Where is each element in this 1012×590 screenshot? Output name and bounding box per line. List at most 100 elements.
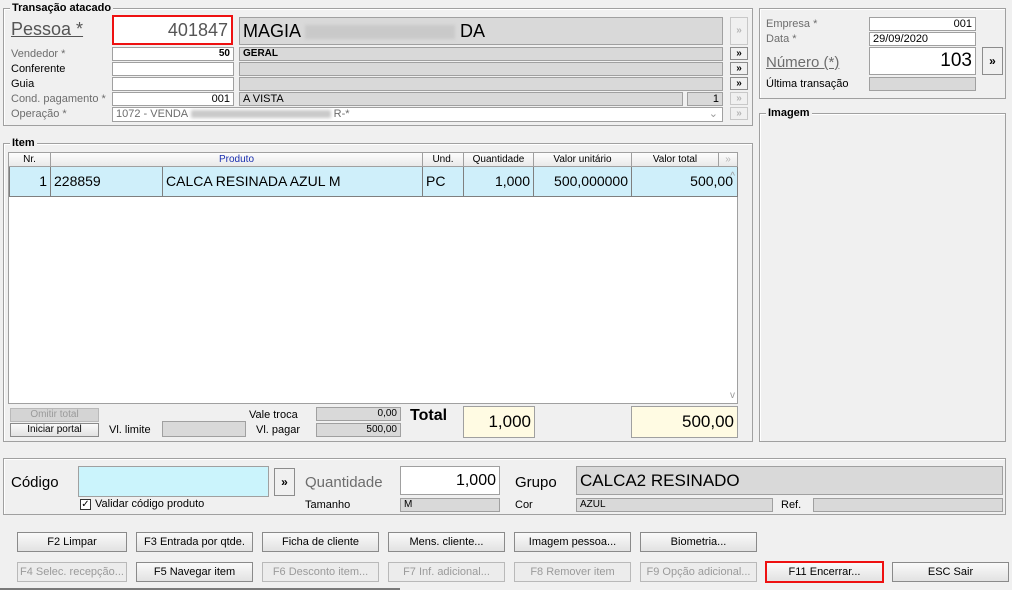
validar-label: Validar código produto [95,498,205,510]
data-field[interactable]: 29/09/2020 [869,32,976,46]
guia-search-button[interactable]: » [730,77,748,90]
vale-troca-label: Vale troca [249,409,298,421]
cell-codigo: 228859 [51,167,163,197]
operacao-select[interactable]: 1072 - VENDA R-* ⌄ [112,107,723,122]
cell-nr: 1 [9,167,51,197]
vendedor-label: Vendedor * [11,48,66,60]
cor-field: AZUL [576,498,773,512]
chevron-down-icon: ⌄ [708,108,718,120]
col-header-quantidade[interactable]: Quantidade [464,153,534,167]
pessoa-name-field: MAGIA DA [239,17,723,45]
cond-pagamento-label: Cond. pagamento * [11,93,106,105]
cond-pagamento-parcelas: 1 [687,92,723,106]
guia-name-field [239,77,723,91]
operacao-button[interactable]: » [730,107,748,120]
grupo-field: CALCA2 RESINADO [576,466,1003,495]
cell-valor-total: 500,00 [632,167,738,197]
omitir-total-button[interactable]: Omitir total [10,408,99,422]
pessoa-edit-button[interactable]: » [730,17,748,45]
imagem-title: Imagem [766,107,812,119]
vale-troca-field: 0,00 [316,407,401,421]
f5-navegar-item-button[interactable]: F5 Navegar item [136,562,253,582]
ultima-transacao-label: Última transação [766,78,849,90]
vl-pagar-field: 500,00 [316,423,401,437]
guia-code-field[interactable] [112,77,234,91]
total-valor-field: 500,00 [631,406,738,438]
operacao-redacted [190,110,331,119]
item-title: Item [10,137,37,149]
conferente-name-field [239,62,723,76]
data-label: Data * [766,33,797,45]
vendedor-search-button[interactable]: » [730,47,748,60]
scroll-up-icon[interactable]: ^ [730,171,735,182]
pessoa-name-end: DA [460,21,486,41]
numero-label: Número (*) [766,54,840,71]
ultima-transacao-field [869,77,976,91]
esc-sair-button[interactable]: ESC Sair [892,562,1009,582]
cond-pagamento-name-field: A VISTA [239,92,683,106]
empresa-label: Empresa * [766,18,818,30]
f2-limpar-button[interactable]: F2 Limpar [17,532,127,552]
col-header-valor-total[interactable]: Valor total [632,153,719,167]
pessoa-name-redacted [305,25,456,40]
f8-remover-item-button[interactable]: F8 Remover item [514,562,631,582]
operacao-prefix: 1072 - VENDA [116,108,188,120]
col-header-options[interactable]: » [719,153,738,167]
operacao-suffix: R-* [333,108,350,120]
numero-field[interactable]: 103 [869,47,976,75]
f3-entrada-button[interactable]: F3 Entrada por qtde. [136,532,253,552]
codigo-label: Código [11,474,59,491]
cell-produto: CALCA RESINADA AZUL M [163,167,423,197]
guia-label: Guia [11,78,35,90]
cond-pagamento-code-field[interactable]: 001 [112,92,234,106]
cell-und: PC [423,167,464,197]
imagem-group: Imagem [759,107,1006,442]
quantidade-label: Quantidade [305,474,383,491]
imagem-pessoa-button[interactable]: Imagem pessoa... [514,532,631,552]
col-header-und[interactable]: Und. [423,153,464,167]
vl-limite-field [162,421,246,437]
total-label: Total [410,407,448,424]
validar-checkbox[interactable]: ✓ [80,499,91,510]
f11-encerrar-button[interactable]: F11 Encerrar... [765,561,884,583]
f6-desconto-item-button[interactable]: F6 Desconto item... [262,562,379,582]
col-header-produto[interactable]: Produto [51,153,423,167]
mens-cliente-button[interactable]: Mens. cliente... [388,532,505,552]
scroll-down-icon[interactable]: v [730,390,735,401]
conferente-label: Conferente [11,63,66,75]
tamanho-field: M [400,498,500,512]
vendedor-code-field[interactable]: 50 [112,47,234,61]
codigo-input[interactable] [78,466,269,497]
cond-pagamento-button[interactable]: » [730,92,748,105]
tamanho-label: Tamanho [305,499,351,511]
vl-limite-label: Vl. limite [109,424,151,436]
pessoa-name-start: MAGIA [243,21,301,41]
total-quantidade-field: 1,000 [463,406,535,438]
pessoa-label: Pessoa * [11,19,84,39]
vendedor-name-field: GERAL [239,47,723,61]
conferente-code-field[interactable] [112,62,234,76]
numero-search-button[interactable]: » [982,47,1003,75]
ficha-cliente-button[interactable]: Ficha de cliente [262,532,379,552]
cor-label: Cor [515,499,533,511]
item-grid: Nr. Produto Und. Quantidade Valor unitár… [8,152,738,404]
quantidade-input[interactable]: 1,000 [400,466,500,495]
f4-selec-recepcao-button[interactable]: F4 Selec. recepção... [17,562,127,582]
pessoa-code-field[interactable]: 401847 [112,15,233,45]
col-header-valor-unitario[interactable]: Valor unitário [534,153,632,167]
ref-field [813,498,1003,512]
check-icon: ✓ [81,499,90,510]
codigo-search-button[interactable]: » [274,468,295,496]
operacao-label: Operação * [11,108,67,120]
vl-pagar-label: Vl. pagar [256,424,301,436]
cell-valor-unitario: 500,000000 [534,167,632,197]
cell-quantidade: 1,000 [464,167,534,197]
grupo-label: Grupo [515,474,557,491]
f7-inf-adicional-button[interactable]: F7 Inf. adicional... [388,562,505,582]
f9-opcao-adicional-button[interactable]: F9 Opção adicional... [640,562,757,582]
conferente-search-button[interactable]: » [730,62,748,75]
col-header-nr[interactable]: Nr. [9,153,51,167]
iniciar-portal-button[interactable]: Iniciar portal [10,423,99,437]
empresa-field[interactable]: 001 [869,17,976,31]
biometria-button[interactable]: Biometria... [640,532,757,552]
